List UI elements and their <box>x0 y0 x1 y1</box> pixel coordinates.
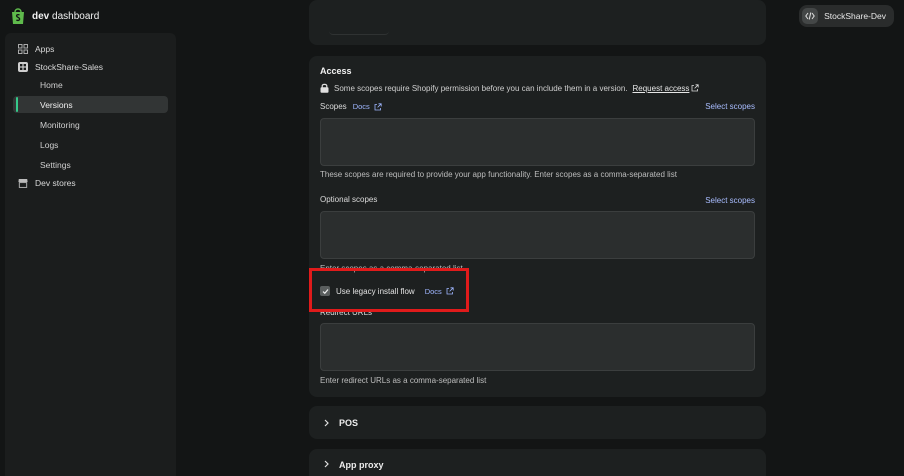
sidebar-item-label: StockShare-Sales <box>35 61 104 72</box>
scopes-help-text: These scopes are required to provide you… <box>320 170 677 179</box>
legacy-install-row: Use legacy install flow Docs <box>320 286 454 296</box>
select-scopes-link[interactable]: Select scopes <box>705 102 755 111</box>
sidebar-item-monitoring[interactable]: Monitoring <box>13 116 168 133</box>
external-link-icon <box>446 287 454 295</box>
chevron-right-icon <box>324 419 329 426</box>
access-card: Access Some scopes require Shopify permi… <box>309 56 766 397</box>
code-icon <box>802 8 819 24</box>
store-name: StockShare-Dev <box>824 11 886 21</box>
legacy-install-checkbox[interactable] <box>320 286 330 296</box>
brand-text: dev dashboard <box>32 10 100 22</box>
external-link-icon <box>692 84 700 92</box>
scopes-label: Scopes Docs <box>320 102 382 111</box>
lock-icon <box>320 83 329 93</box>
brand[interactable]: dev dashboard <box>10 7 99 25</box>
section-title: App proxy <box>339 460 384 470</box>
request-access-link[interactable]: Request access <box>633 84 700 93</box>
sidebar-item-settings[interactable]: Settings <box>13 156 168 173</box>
redirect-urls-input[interactable] <box>320 323 755 371</box>
optional-scopes-input[interactable] <box>320 211 755 259</box>
legacy-docs-link[interactable]: Docs <box>425 287 454 296</box>
scopes-docs-link[interactable]: Docs <box>353 102 382 111</box>
legacy-install-label[interactable]: Use legacy install flow <box>336 287 415 296</box>
optional-scopes-help-text: Enter scopes as a comma-separated list <box>320 264 463 273</box>
sidebar-item-app[interactable]: StockShare-Sales <box>5 58 176 75</box>
select-optional-scopes-link[interactable]: Select scopes <box>705 196 755 205</box>
checkmark-icon <box>322 288 328 294</box>
pos-section[interactable]: POS <box>309 406 766 439</box>
external-link-icon <box>374 102 382 110</box>
scopes-input[interactable] <box>320 118 755 166</box>
notice-text: Some scopes require Shopify permission b… <box>334 83 628 93</box>
store-switcher[interactable]: StockShare-Dev <box>799 5 894 27</box>
app-proxy-section[interactable]: App proxy <box>309 449 766 476</box>
sidebar-item-label: Dev stores <box>35 177 76 188</box>
permission-notice: Some scopes require Shopify permission b… <box>320 83 700 93</box>
section-title: Access <box>320 66 352 76</box>
apps-icon <box>18 43 28 54</box>
section-title: POS <box>339 417 359 428</box>
redirect-urls-help-text: Enter redirect URLs as a comma-separated… <box>320 376 487 385</box>
divider <box>329 25 389 35</box>
store-icon <box>18 178 28 188</box>
sidebar-item-label: Apps <box>35 43 55 54</box>
sidebar: Apps StockShare-Sales Home Versions Moni… <box>5 33 176 476</box>
sidebar-item-apps[interactable]: Apps <box>5 40 176 57</box>
sidebar-item-home[interactable]: Home <box>13 76 168 93</box>
redirect-urls-label: Redirect URLs <box>320 308 373 317</box>
previous-section-card <box>309 0 766 45</box>
sidebar-item-logs[interactable]: Logs <box>13 136 168 153</box>
chevron-right-icon <box>324 460 329 468</box>
sidebar-item-versions[interactable]: Versions <box>13 96 168 113</box>
app-icon <box>18 61 28 72</box>
optional-scopes-label: Optional scopes <box>320 195 378 204</box>
sidebar-item-dev-stores[interactable]: Dev stores <box>5 174 176 191</box>
shopify-bag-icon <box>12 8 24 24</box>
